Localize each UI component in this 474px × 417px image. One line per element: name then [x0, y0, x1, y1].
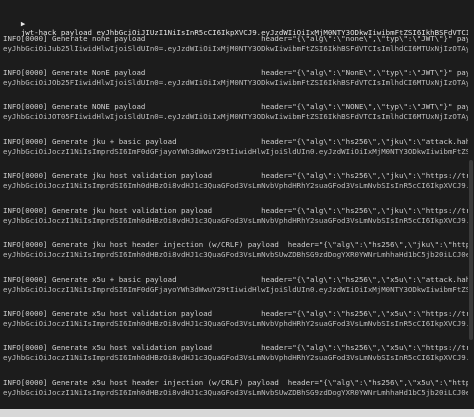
token-line: eyJhbGciOiJoczI1NiIsImprdSI6Imh0dHBzOi8v… — [3, 250, 474, 259]
log-line: INFO[0000] Generate jku host header inje… — [3, 240, 474, 249]
log-line: INFO[0000] Generate jku host validation … — [3, 206, 474, 215]
token-line: eyJhbGciOiJoczI1NiIsImprdSI6Imh0dHBzOi8v… — [3, 353, 474, 362]
log-line: INFO[0000] Generate jku + basic payload … — [3, 137, 474, 146]
terminal-window[interactable]: ▶ jwt-hack payload eyJhbGciOiJIUzI1NiIsI… — [0, 0, 474, 417]
token-line: eyJhbGciOiJOT05FIiwidHlwIjoiSldUIn0=.eyJ… — [3, 112, 474, 121]
token-line: eyJhbGciOiJoczI1NiIsImprdSI6Imh0dHBzOi8v… — [3, 216, 474, 225]
log-line: INFO[0000] Generate x5u host header inje… — [3, 378, 474, 387]
command-line: ▶ jwt-hack payload eyJhbGciOiJIUzI1NiIsI… — [3, 10, 474, 37]
token-line: eyJhbGciOiJoczI1NiIsImprdSI6ImF0dGFjayoY… — [3, 147, 474, 156]
log-line: INFO[0000] Generate NONE payload header=… — [3, 102, 474, 111]
scrollbar-thumb[interactable] — [469, 160, 473, 340]
token-line: eyJhbGciOiJoczI1NiIsImprdSI6ImF0dGFjayoY… — [3, 285, 474, 294]
log-line: INFO[0000] Generate jku host validation … — [3, 171, 474, 180]
bottom-bar — [0, 409, 474, 417]
vertical-scrollbar[interactable] — [468, 0, 474, 417]
token-line: eyJhbGciOiJOb25FIiwidHlwIjoiSldUIn0=.eyJ… — [3, 78, 474, 87]
log-line: INFO[0000] Generate none payload header=… — [3, 34, 474, 43]
token-line: eyJhbGciOiJoczI1NiIsImprdSI6Imh0dHBzOi8v… — [3, 319, 474, 328]
log-line: INFO[0000] Generate x5u + basic payload … — [3, 275, 474, 284]
prompt-arrow-icon: ▶ — [20, 19, 26, 28]
token-line: eyJhbGciOiJoczI1NiIsImprdSI6Imh0dHBzOi8v… — [3, 181, 474, 190]
token-line: eyJhbGciOiJoczI1NiIsImprdSI6Imh0dHBzOi8v… — [3, 388, 474, 397]
log-line: INFO[0000] Generate x5u host validation … — [3, 343, 474, 352]
log-line: INFO[0000] Generate NonE payload header=… — [3, 68, 474, 77]
token-line: eyJhbGciOiJub25lIiwidHlwIjoiSldUIn0=.eyJ… — [3, 44, 474, 53]
log-line: INFO[0000] Generate x5u host validation … — [3, 309, 474, 318]
